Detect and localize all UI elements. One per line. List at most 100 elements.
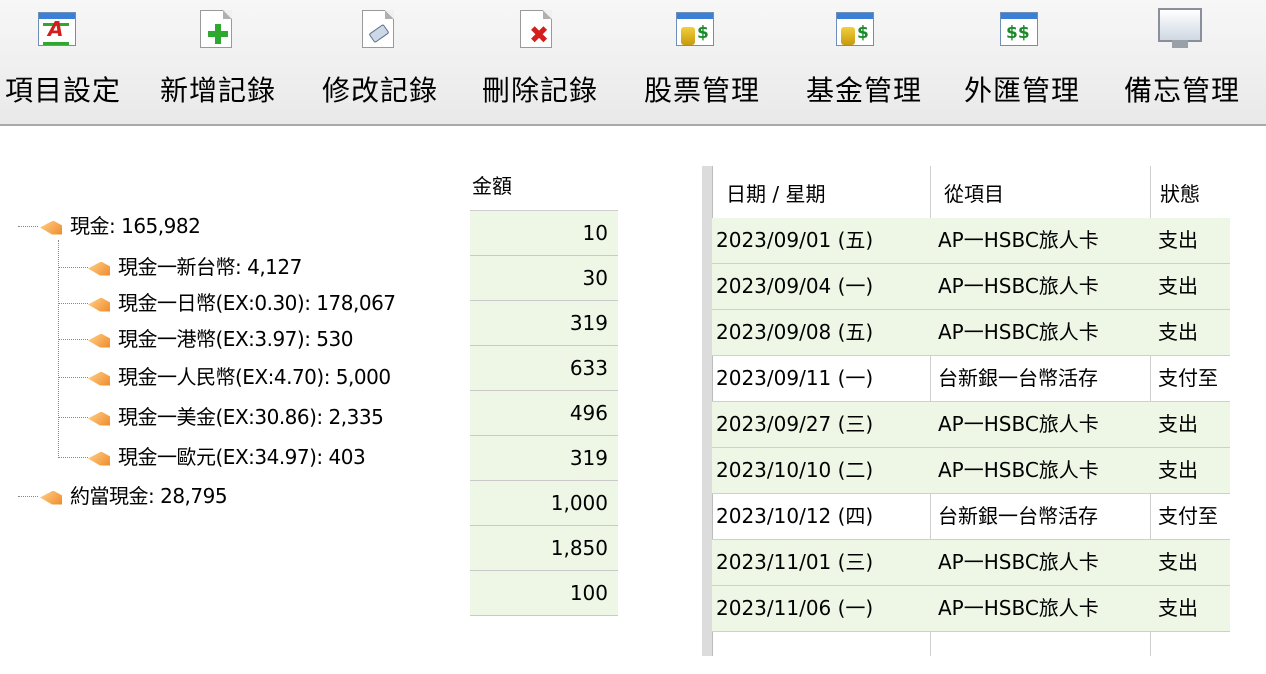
status-cell: 支出	[1158, 596, 1198, 620]
from-item-cell: 台新銀一台幣活存	[938, 366, 1098, 390]
fund-management-button[interactable]: $ 基金管理	[794, 0, 934, 124]
folder-icon	[40, 490, 62, 505]
add-record-label: 新增記錄	[159, 74, 276, 107]
folder-icon	[40, 220, 62, 235]
date-cell: 2023/09/27 (三)	[716, 412, 874, 436]
folder-icon	[88, 371, 110, 386]
from-item-cell: AP一HSBC旅人卡	[938, 228, 1099, 252]
tree-node-cash-hkd[interactable]: 現金一港幣(EX:3.97): 530	[88, 322, 353, 356]
amount-cell[interactable]: 319	[470, 301, 618, 346]
fund-management-label: 基金管理	[805, 74, 922, 107]
date-cell: 2023/09/04 (一)	[716, 274, 874, 298]
tree-connector	[58, 417, 88, 418]
status-cell: 支出	[1158, 550, 1198, 574]
table-row[interactable]: 2023/10/10 (二) AP一HSBC旅人卡 支出	[712, 448, 1230, 494]
amount-cell[interactable]: 1,000	[470, 481, 618, 526]
records-grid: 日期 / 星期 從項目 狀態 2023/09/01 (五) AP一HSBC旅人卡…	[702, 166, 1230, 656]
tree-node-cash-cny[interactable]: 現金一人民幣(EX:4.70): 5,000	[88, 360, 391, 394]
table-row[interactable]: 2023/11/06 (一) AP一HSBC旅人卡 支出	[712, 586, 1230, 632]
folder-icon	[88, 297, 110, 312]
status-cell: 支出	[1158, 412, 1198, 436]
from-item-cell: AP一HSBC旅人卡	[938, 412, 1099, 436]
records-header: 日期 / 星期 從項目 狀態	[712, 166, 1230, 219]
tree-connector	[18, 496, 38, 497]
status-cell: 支出	[1158, 228, 1198, 252]
from-item-cell: AP一HSBC旅人卡	[938, 274, 1099, 298]
from-item-cell: AP一HSBC旅人卡	[938, 458, 1099, 482]
delete-record-button[interactable]: ✖ 刪除記錄	[470, 0, 610, 124]
tree-connector	[58, 240, 59, 458]
tree-node-label: 現金一美金(EX:30.86): 2,335	[118, 405, 384, 429]
date-cell: 2023/11/06 (一)	[716, 596, 874, 620]
table-row[interactable]: 2023/09/08 (五) AP一HSBC旅人卡 支出	[712, 310, 1230, 356]
tree-node-cash-usd[interactable]: 現金一美金(EX:30.86): 2,335	[88, 400, 384, 434]
add-record-button[interactable]: 新增記錄	[148, 0, 288, 124]
folder-icon	[88, 261, 110, 276]
project-settings-button[interactable]: A 項目設定	[0, 0, 126, 124]
tree-node-cash[interactable]: 現金: 165,982	[40, 209, 201, 243]
status-cell: 支出	[1158, 458, 1198, 482]
from-item-cell: AP一HSBC旅人卡	[938, 596, 1099, 620]
status-cell: 支付至	[1158, 504, 1218, 528]
memo-management-label: 備忘管理	[1123, 74, 1240, 107]
amount-cell[interactable]: 30	[470, 256, 618, 301]
tree-node-cash-jpy[interactable]: 現金一日幣(EX:0.30): 178,067	[88, 286, 396, 320]
stock-management-button[interactable]: $ 股票管理	[632, 0, 772, 124]
tree-connector	[58, 377, 88, 378]
from-item-cell: AP一HSBC旅人卡	[938, 550, 1099, 574]
tree-connector	[58, 339, 88, 340]
status-cell: 支出	[1158, 274, 1198, 298]
edit-record-button[interactable]: 修改記錄	[310, 0, 450, 124]
folder-icon	[88, 451, 110, 466]
folder-icon	[88, 411, 110, 426]
table-row[interactable]: 2023/09/11 (一) 台新銀一台幣活存 支付至	[712, 356, 1230, 402]
tree-connector	[58, 303, 88, 304]
date-cell: 2023/10/10 (二)	[716, 458, 874, 482]
forex-management-label: 外匯管理	[963, 74, 1080, 107]
stock-management-label: 股票管理	[643, 74, 760, 107]
amount-cell[interactable]: 10	[470, 211, 618, 256]
tree-connector	[58, 267, 88, 268]
edit-record-label: 修改記錄	[321, 74, 438, 107]
tree-node-cash-twd[interactable]: 現金一新台幣: 4,127	[88, 250, 302, 284]
table-row[interactable]: 2023/09/27 (三) AP一HSBC旅人卡 支出	[712, 402, 1230, 448]
status-cell: 支出	[1158, 320, 1198, 344]
tree-node-cash-eur[interactable]: 現金一歐元(EX:34.97): 403	[88, 440, 366, 474]
amount-cell[interactable]: 496	[470, 391, 618, 436]
memo-management-icon	[1158, 8, 1202, 48]
delete-record-icon: ✖	[518, 10, 556, 48]
tree-node-label: 現金一港幣(EX:3.97): 530	[118, 327, 353, 351]
date-cell: 2023/09/11 (一)	[716, 366, 874, 390]
column-header-from-item[interactable]: 從項目	[944, 178, 1004, 207]
amount-cell[interactable]: 633	[470, 346, 618, 391]
amount-column: 金額 10 30 319 633 496 319 1,000 1,850 100	[470, 166, 618, 616]
delete-record-label: 刪除記錄	[481, 74, 598, 107]
forex-management-icon: $$	[1000, 10, 1038, 48]
column-header-status[interactable]: 狀態	[1160, 178, 1200, 207]
tree-node-label: 現金一新台幣: 4,127	[118, 255, 302, 279]
amount-cell[interactable]: 319	[470, 436, 618, 481]
stock-management-icon: $	[676, 10, 714, 48]
column-header-date[interactable]: 日期 / 星期	[726, 178, 825, 207]
status-cell: 支付至	[1158, 366, 1218, 390]
from-item-cell: AP一HSBC旅人卡	[938, 320, 1099, 344]
tree-node-cash-equivalents[interactable]: 約當現金: 28,795	[40, 479, 228, 513]
tree-connector	[58, 457, 88, 458]
forex-management-button[interactable]: $$ 外匯管理	[952, 0, 1092, 124]
edit-record-icon	[360, 10, 398, 48]
table-row[interactable]: 2023/09/01 (五) AP一HSBC旅人卡 支出	[712, 218, 1230, 264]
add-record-icon	[198, 10, 236, 48]
date-cell: 2023/09/01 (五)	[716, 228, 874, 252]
table-row[interactable]: 2023/10/12 (四) 台新銀一台幣活存 支付至	[712, 494, 1230, 540]
table-row[interactable]: 2023/09/04 (一) AP一HSBC旅人卡 支出	[712, 264, 1230, 310]
tree-node-label: 現金一日幣(EX:0.30): 178,067	[118, 291, 396, 315]
fund-management-icon: $	[836, 10, 874, 48]
memo-management-button[interactable]: 備忘管理	[1112, 0, 1252, 124]
amount-cell[interactable]: 1,850	[470, 526, 618, 571]
folder-icon	[88, 333, 110, 348]
main-toolbar: A 項目設定 新增記錄 修改記錄 ✖ 刪除記錄 $ 股票管理 $ 基金管理 $$…	[0, 0, 1266, 126]
table-row[interactable]: 2023/11/01 (三) AP一HSBC旅人卡 支出	[712, 540, 1230, 586]
amount-header[interactable]: 金額	[470, 166, 618, 211]
date-cell: 2023/09/08 (五)	[716, 320, 874, 344]
amount-cell[interactable]: 100	[470, 571, 618, 616]
